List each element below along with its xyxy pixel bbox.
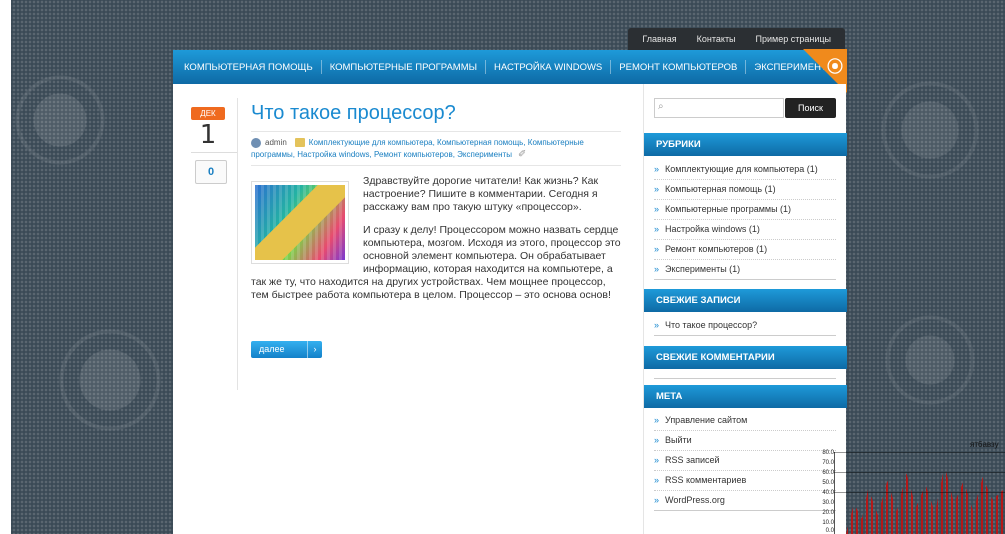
chevron-right-icon: › [307,341,322,358]
main-menu: КОМПЬЮТЕРНАЯ ПОМОЩЬ КОМПЬЮТЕРНЫЕ ПРОГРАМ… [173,50,846,84]
post-date: ДЕК 1 [191,107,225,150]
rubric-item[interactable]: Настройка windows (1) [654,220,836,240]
meta-bottom-rule [251,165,621,166]
top-nav-contacts[interactable]: Контакты [687,34,746,44]
date-column-divider [237,98,238,390]
folder-icon [294,138,305,148]
graph-bars [846,465,1005,534]
search-form: ⌕ Поиск [654,98,836,118]
post-date-month: ДЕК [191,107,225,120]
graph-tick: 30.0 [822,500,834,506]
post-meta: admin Комплектующие для компьютера, Компь… [251,137,621,161]
post-excerpt: Здравствуйте дорогие читатели! Как жизнь… [251,175,621,312]
widget-title-rubrics: РУБРИКИ [644,133,847,156]
recent-comments-rule [654,378,836,379]
menu-item-windows[interactable]: НАСТРОЙКА WINDOWS [486,62,610,73]
graph-tick: 50.0 [822,480,834,486]
read-more-label: далее [259,344,285,354]
widget-title-recent-posts: СВЕЖИЕ ЗАПИСИ [644,289,847,312]
thumbnail-spacer [251,175,363,269]
graph-tick: 10.0 [822,520,834,526]
rubric-item[interactable]: Компьютерные программы (1) [654,200,836,220]
search-input[interactable] [654,98,784,118]
graph-gridline [834,492,1005,493]
post-author[interactable]: admin [265,138,287,147]
meta-item-logout[interactable]: Выйти [654,431,836,451]
graph-tick: 0.0 [825,528,834,534]
paperclip-icon: ✐ [517,149,527,160]
overlay-graph-label: ят6авзу [970,440,999,449]
recent-posts-list: Что такое процессор? [654,316,836,336]
top-nav-sample-page[interactable]: Пример страницы [746,34,841,44]
post-content: ДЕК 1 0 Что такое процессор? admin Компле… [173,84,643,534]
post-title[interactable]: Что такое процессор? [251,102,456,125]
rubric-item[interactable]: Комплектующие для компьютера (1) [654,160,836,180]
meta-list: Управление сайтом Выйти RSS записей RSS … [654,411,836,511]
search-icon: ⌕ [658,101,664,112]
graph-tick: 40.0 [822,490,834,496]
meta-item-rss-comments[interactable]: RSS комментариев [654,471,836,491]
author-icon [251,137,261,148]
graph-axis [834,452,835,534]
menu-item-programs[interactable]: КОМПЬЮТЕРНЫЕ ПРОГРАММЫ [322,62,485,73]
left-white-strip [0,0,11,534]
top-nav-home[interactable]: Главная [632,34,686,44]
overlay-graph: 80.0 70.0 60.0 50.0 40.0 30.0 20.0 10.0 … [820,438,1005,534]
graph-tick: 80.0 [822,450,834,456]
graph-tick: 60.0 [822,470,834,476]
comment-count-bubble[interactable]: 0 [195,160,227,184]
search-button[interactable]: Поиск [785,98,836,118]
top-nav: Главная Контакты Пример страницы [628,28,845,50]
graph-gridline [834,452,1005,453]
meta-item-wordpress[interactable]: WordPress.org [654,491,836,511]
recent-post-item[interactable]: Что такое процессор? [654,316,836,336]
page-container: КОМПЬЮТЕРНАЯ ПОМОЩЬ КОМПЬЮТЕРНЫЕ ПРОГРАМ… [173,49,847,534]
rubric-item[interactable]: Эксперименты (1) [654,260,836,280]
date-divider [191,152,237,153]
read-more-button[interactable]: далее › [251,341,322,358]
widget-title-meta: МЕТА [644,385,847,408]
meta-item-admin[interactable]: Управление сайтом [654,411,836,431]
rubric-item[interactable]: Ремонт компьютеров (1) [654,240,836,260]
post-date-day: 1 [199,120,217,150]
rubric-item[interactable]: Компьютерная помощь (1) [654,180,836,200]
graph-gridline [834,472,1005,473]
rss-icon: ⦿ [826,59,843,76]
menu-item-repair[interactable]: РЕМОНТ КОМПЬЮТЕРОВ [611,62,745,73]
graph-tick: 20.0 [822,510,834,516]
rubrics-list: Комплектующие для компьютера (1) Компьют… [654,160,836,280]
graph-tick: 70.0 [822,460,834,466]
widget-title-recent-comments: СВЕЖИЕ КОММЕНТАРИИ [644,346,847,369]
sidebar: ⌕ Поиск РУБРИКИ Комплектующие для компью… [643,84,847,534]
meta-item-rss-posts[interactable]: RSS записей [654,451,836,471]
menu-item-computer-help[interactable]: КОМПЬЮТЕРНАЯ ПОМОЩЬ [176,62,321,73]
meta-top-rule [251,131,621,132]
